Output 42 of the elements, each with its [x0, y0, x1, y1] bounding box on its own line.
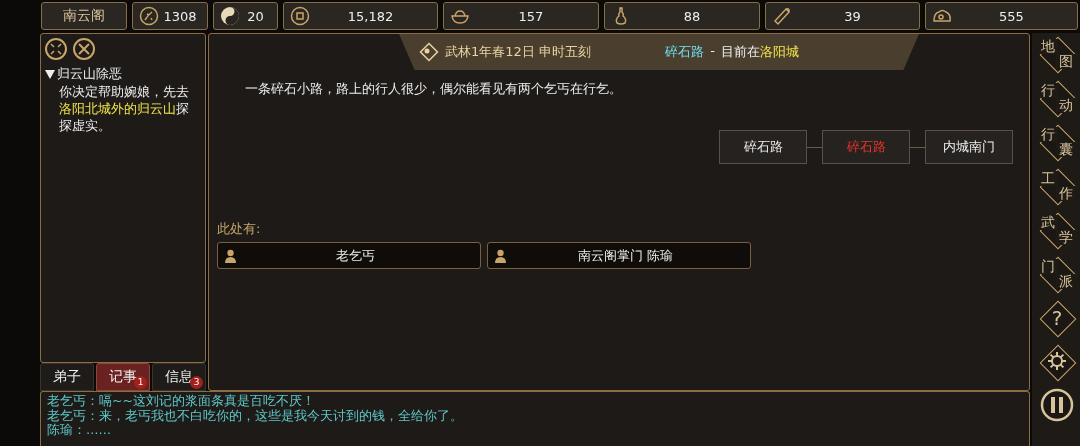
compass-icon — [419, 42, 439, 62]
resource-counter: 20 — [213, 2, 278, 30]
location-name: 碎石路 — [665, 43, 705, 61]
menu-button[interactable]: 武学 — [1038, 211, 1076, 249]
location-description: 一条碎石小路，路上的行人很少，偶尔能看见有两个乞丐在行乞。 — [245, 80, 623, 98]
tab[interactable]: 弟子 — [40, 363, 94, 391]
settings-icon — [1048, 351, 1066, 370]
person-icon — [494, 248, 507, 263]
person-button[interactable]: 老乞丐 — [217, 242, 481, 269]
resource-counter: 15,182 — [283, 2, 438, 30]
current-label: 目前在洛阳城 — [721, 43, 799, 61]
game-date: 武林1年春12日 申时五刻 — [445, 43, 591, 61]
log-line: 老乞丐：来，老丐我也不白吃你的，这些是我今天讨到的钱，全给你了。 — [47, 408, 464, 423]
resource-counter: 1308 — [132, 2, 208, 30]
menu-button[interactable]: 工作 — [1038, 167, 1076, 205]
log-line: 老乞丐：嗝~~这刘记的浆面条真是百吃不厌！ — [47, 394, 316, 409]
yin-yang-icon — [220, 6, 240, 26]
map-node[interactable]: 内城南门 — [925, 130, 1013, 164]
quest-title[interactable]: 归云山除恶 — [57, 65, 122, 83]
menu-button[interactable]: 行动 — [1038, 79, 1076, 117]
resource-counter: 88 — [604, 2, 760, 30]
separator-text: - — [710, 43, 715, 60]
map-node[interactable]: 碎石路 — [719, 130, 807, 164]
resource-counter: 555 — [925, 2, 1078, 30]
quest-description: 你决定帮助婉娘，先去 洛阳北城外的归云山探探虚实。 — [59, 83, 190, 134]
collapse-button[interactable] — [45, 38, 67, 60]
close-button[interactable] — [73, 38, 95, 60]
map-node[interactable]: 碎石路 — [822, 130, 910, 164]
close-icon — [78, 43, 90, 55]
collapse-icon — [50, 43, 62, 55]
coin-icon — [290, 6, 310, 26]
count-badge: 3 — [190, 376, 203, 389]
flower-icon — [139, 6, 159, 26]
sect-name[interactable]: 南云阁 — [41, 2, 127, 30]
scroll-icon — [772, 6, 792, 26]
person-button[interactable]: 南云阁掌门 陈瑜 — [487, 242, 751, 269]
resource-counter: 39 — [765, 2, 920, 30]
section-label: 此处有: — [217, 220, 262, 238]
log-line: 陈瑜：…… — [47, 423, 112, 438]
expand-triangle-icon[interactable] — [45, 69, 55, 79]
person-icon — [224, 248, 237, 263]
resource-counter: 157 — [443, 2, 599, 30]
